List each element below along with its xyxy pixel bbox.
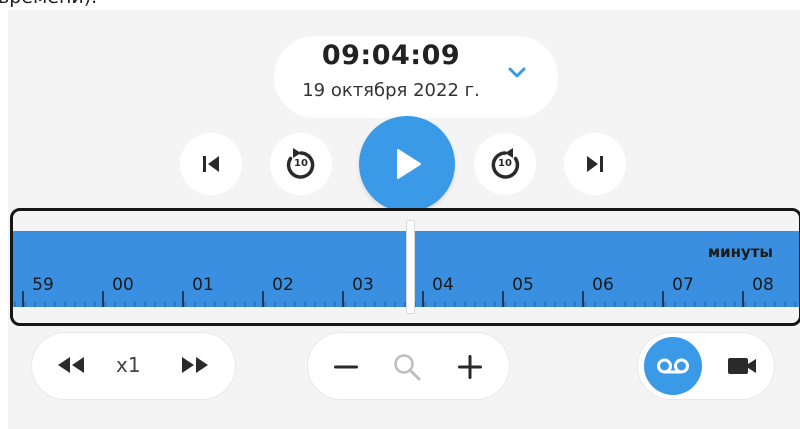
videocam-icon — [726, 355, 758, 377]
mode-toggle — [638, 333, 774, 399]
search-icon — [392, 352, 422, 382]
cut-off-text: времени). — [0, 0, 97, 8]
fast-rewind-icon — [54, 354, 88, 376]
skip-next-icon — [584, 153, 606, 175]
skip-previous-button[interactable] — [180, 133, 242, 195]
tick-label: 03 — [352, 275, 374, 295]
live-mode-button[interactable] — [726, 355, 758, 377]
speed-value: x1 — [116, 353, 141, 377]
skip-next-button[interactable] — [564, 133, 626, 195]
chevron-down-icon[interactable] — [506, 62, 528, 84]
player-panel: 09:04:09 19 октября 2022 г. 10 10 минуты… — [8, 10, 800, 429]
faster-button[interactable] — [178, 354, 212, 376]
tick-label: 01 — [192, 275, 214, 295]
play-button[interactable] — [359, 116, 455, 212]
tick-label: 04 — [432, 275, 454, 295]
zoom-in-button[interactable] — [456, 353, 484, 381]
minus-icon — [332, 353, 360, 381]
voicemail-icon — [656, 356, 690, 376]
timeline[interactable]: минуты 59 00 01 02 03 04 05 06 07 08 — [10, 208, 800, 326]
plus-icon — [456, 353, 484, 381]
speed-control: x1 — [32, 333, 235, 399]
zoom-control — [308, 333, 509, 399]
tick-label: 07 — [672, 275, 694, 295]
tick-label: 02 — [272, 275, 294, 295]
tick-label: 05 — [512, 275, 534, 295]
rewind-10-label: 10 — [294, 158, 308, 169]
slower-button[interactable] — [54, 354, 88, 376]
fast-forward-icon — [178, 354, 212, 376]
archive-mode-button[interactable] — [644, 337, 702, 395]
play-icon — [389, 146, 425, 182]
forward-10-label: 10 — [498, 158, 512, 169]
tick-label: 08 — [752, 275, 774, 295]
tick-label: 59 — [32, 275, 54, 295]
current-time: 09:04:09 — [321, 40, 461, 71]
replay-10-icon: 10 — [282, 145, 320, 183]
tick-label: 00 — [112, 275, 134, 295]
datetime-selector[interactable]: 09:04:09 19 октября 2022 г. — [274, 36, 558, 118]
playhead-cursor[interactable] — [406, 220, 415, 314]
tick-label: 06 — [592, 275, 614, 295]
forward-10-icon: 10 — [486, 145, 524, 183]
current-date: 19 октября 2022 г. — [302, 80, 480, 101]
rewind-10-button[interactable]: 10 — [270, 133, 332, 195]
skip-previous-icon — [200, 153, 222, 175]
zoom-out-button[interactable] — [332, 353, 360, 381]
forward-10-button[interactable]: 10 — [474, 133, 536, 195]
